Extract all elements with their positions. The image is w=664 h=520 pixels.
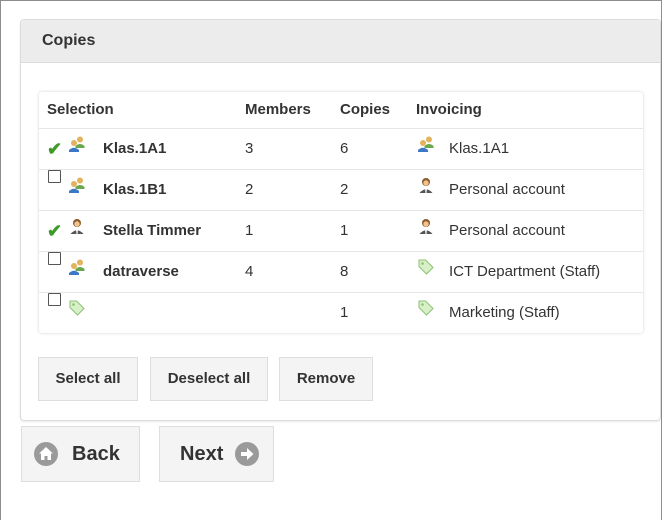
- select-all-button[interactable]: Select all: [38, 357, 138, 401]
- invoice-tag-icon: [417, 252, 435, 275]
- table-header-row: Selection Members Copies Invoicing: [39, 92, 643, 128]
- header-members: Members: [245, 101, 311, 118]
- person-icon: [68, 211, 86, 234]
- table-row[interactable]: ✔ Klas.1A1 3 6 Klas.1A1: [39, 128, 643, 169]
- home-icon: [34, 442, 58, 466]
- next-label: Next: [180, 443, 224, 465]
- row-name: Klas.1B1: [103, 181, 167, 198]
- row-copies: 8: [340, 263, 349, 280]
- row-name: Klas.1A1: [103, 140, 167, 157]
- select-checkbox[interactable]: [48, 170, 61, 183]
- row-copies: 1: [340, 304, 349, 321]
- row-copies: 2: [340, 181, 349, 198]
- invoice-person-icon: [417, 170, 435, 193]
- arrow-right-icon: [235, 442, 259, 466]
- row-copies: 6: [340, 140, 349, 157]
- group-icon: [68, 170, 86, 193]
- remove-button[interactable]: Remove: [279, 357, 373, 401]
- select-checkbox[interactable]: [48, 293, 61, 306]
- copies-table: Selection Members Copies Invoicing ✔ Klas…: [39, 92, 643, 333]
- row-invoicing: Personal account: [449, 222, 565, 239]
- row-members: 1: [245, 222, 254, 239]
- table-row[interactable]: datraverse 4 8 ICT Department (Staff): [39, 251, 643, 292]
- row-members: 3: [245, 140, 254, 157]
- back-label: Back: [72, 443, 120, 465]
- next-button[interactable]: Next: [159, 426, 274, 482]
- checkmark-icon[interactable]: ✔: [47, 211, 62, 251]
- table-row[interactable]: Klas.1B1 2 2 Personal account: [39, 169, 643, 210]
- group-icon: [68, 252, 86, 275]
- table-row[interactable]: 1 Marketing (Staff): [39, 292, 643, 333]
- checkmark-icon[interactable]: ✔: [47, 129, 62, 169]
- header-selection: Selection: [47, 101, 114, 118]
- deselect-all-button[interactable]: Deselect all: [150, 357, 268, 401]
- header-invoicing: Invoicing: [416, 101, 482, 118]
- group-icon: [68, 129, 86, 152]
- table-row[interactable]: ✔ Stella Timmer 1 1 Personal account: [39, 210, 643, 251]
- row-invoicing: Personal account: [449, 181, 565, 198]
- row-members: 2: [245, 181, 254, 198]
- invoice-tag-icon: [417, 293, 435, 316]
- header-copies: Copies: [340, 101, 391, 118]
- row-copies: 1: [340, 222, 349, 239]
- row-invoicing: Marketing (Staff): [449, 304, 560, 321]
- copies-panel: Copies Selection Members Copies Invoicin…: [20, 19, 661, 421]
- panel-title: Copies: [21, 20, 660, 63]
- invoice-person-icon: [417, 211, 435, 234]
- tag-icon: [68, 293, 86, 316]
- row-name: Stella Timmer: [103, 222, 202, 239]
- invoice-group-icon: [417, 129, 435, 152]
- row-name: datraverse: [103, 263, 179, 280]
- select-checkbox[interactable]: [48, 252, 61, 265]
- row-invoicing: ICT Department (Staff): [449, 263, 601, 280]
- row-members: 4: [245, 263, 254, 280]
- row-invoicing: Klas.1A1: [449, 140, 510, 157]
- back-button[interactable]: Back: [21, 426, 140, 482]
